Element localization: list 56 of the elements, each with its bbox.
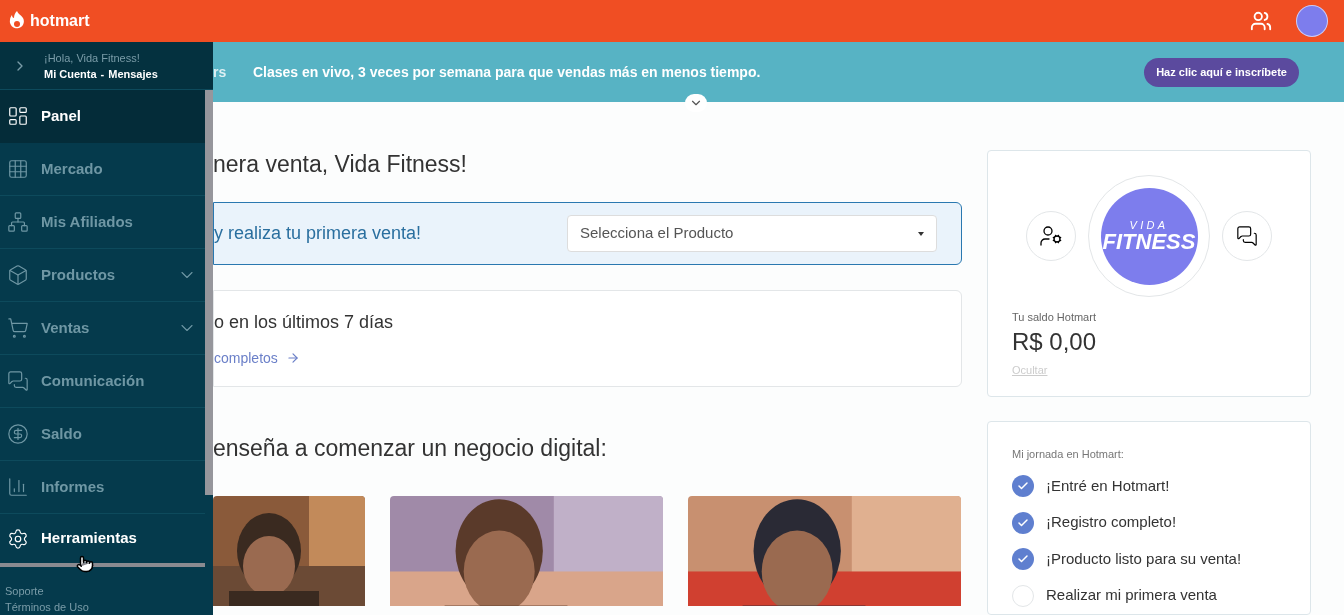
cart-icon	[7, 317, 29, 339]
network-icon	[7, 211, 29, 233]
account-link[interactable]: Mi Cuenta	[44, 65, 97, 82]
summary-text: o en los últimos 7 días	[214, 310, 395, 334]
community-button[interactable]	[1250, 10, 1272, 32]
step-label: Realizar mi primera venta	[1046, 585, 1217, 606]
welcome-heading: nera venta, Vida Fitness!	[213, 150, 468, 179]
grid-icon	[7, 158, 29, 180]
bar-chart-icon	[7, 476, 29, 498]
sidebar-item[interactable]: Panel	[0, 90, 205, 143]
dollar-coin-icon	[7, 423, 29, 445]
user-settings-icon	[1039, 224, 1063, 248]
balance-label: Tu saldo Hotmart	[1012, 310, 1097, 325]
people-icon	[1250, 10, 1272, 32]
avatar-button[interactable]	[1296, 5, 1328, 37]
cube-icon	[7, 264, 29, 286]
sidebar-label: Comunicación	[41, 370, 146, 391]
check-icon	[1017, 516, 1029, 529]
step-label: ¡Entré en Hotmart!	[1046, 476, 1170, 496]
step-label: ¡Producto listo para su venta!	[1046, 549, 1242, 569]
caret-icon	[918, 231, 924, 236]
separator: -	[100, 66, 105, 82]
details-link[interactable]: completos	[214, 347, 300, 369]
footer-link[interactable]: Términos de Uso	[5, 599, 213, 615]
sidebar-label: Informes	[41, 476, 106, 497]
chat-icon	[7, 370, 29, 392]
sidebar-label: Panel	[41, 105, 83, 126]
balance-amount: R$ 0,00	[1012, 326, 1098, 357]
logo-text: VIDA	[1129, 219, 1169, 231]
sale-prompt: y realiza tu primera venta!	[214, 222, 422, 245]
sidebar-label: Saldo	[41, 423, 83, 444]
sidebar-label: Productos	[41, 264, 117, 285]
brand-name: hotmart	[30, 11, 90, 31]
footer-link[interactable]: Soporte	[5, 583, 213, 599]
banner-text: Clases en vivo, 3 veces por semana para que vendas más en menos tiempo.	[253, 62, 762, 82]
arrow-right-icon	[285, 351, 300, 365]
dashboard-icon	[7, 105, 29, 127]
account-settings-button[interactable]	[1026, 211, 1076, 261]
logo-text: FITNESS	[1102, 230, 1196, 253]
journey-title: Mi jornada en Hotmart:	[1012, 447, 1125, 463]
sidebar-label: Ventas	[41, 317, 91, 338]
messages-link[interactable]: Mensajes	[108, 65, 158, 82]
sidebar-label: Herramientas	[41, 528, 138, 549]
banner-text: rs	[213, 62, 228, 82]
settings-icon	[7, 527, 29, 550]
messages-button[interactable]	[1222, 211, 1272, 261]
sidebar-label: Mis Afiliados	[41, 211, 134, 232]
greeting: ¡Hola, Vida Fitness!	[44, 50, 141, 66]
chat-icon	[1236, 225, 1258, 247]
step-label: ¡Registro completo!	[1046, 512, 1177, 533]
section-heading: enseña a comenzar un negocio digital:	[213, 434, 608, 463]
sidebar-label: Mercado	[41, 158, 104, 179]
signup-button[interactable]: Haz clic aquí e inscríbete	[1144, 57, 1299, 87]
hand-cursor-icon	[76, 555, 94, 573]
select-placeholder: Selecciona el Producto	[580, 223, 734, 244]
product-select[interactable]: Selecciona el Producto	[567, 215, 937, 252]
